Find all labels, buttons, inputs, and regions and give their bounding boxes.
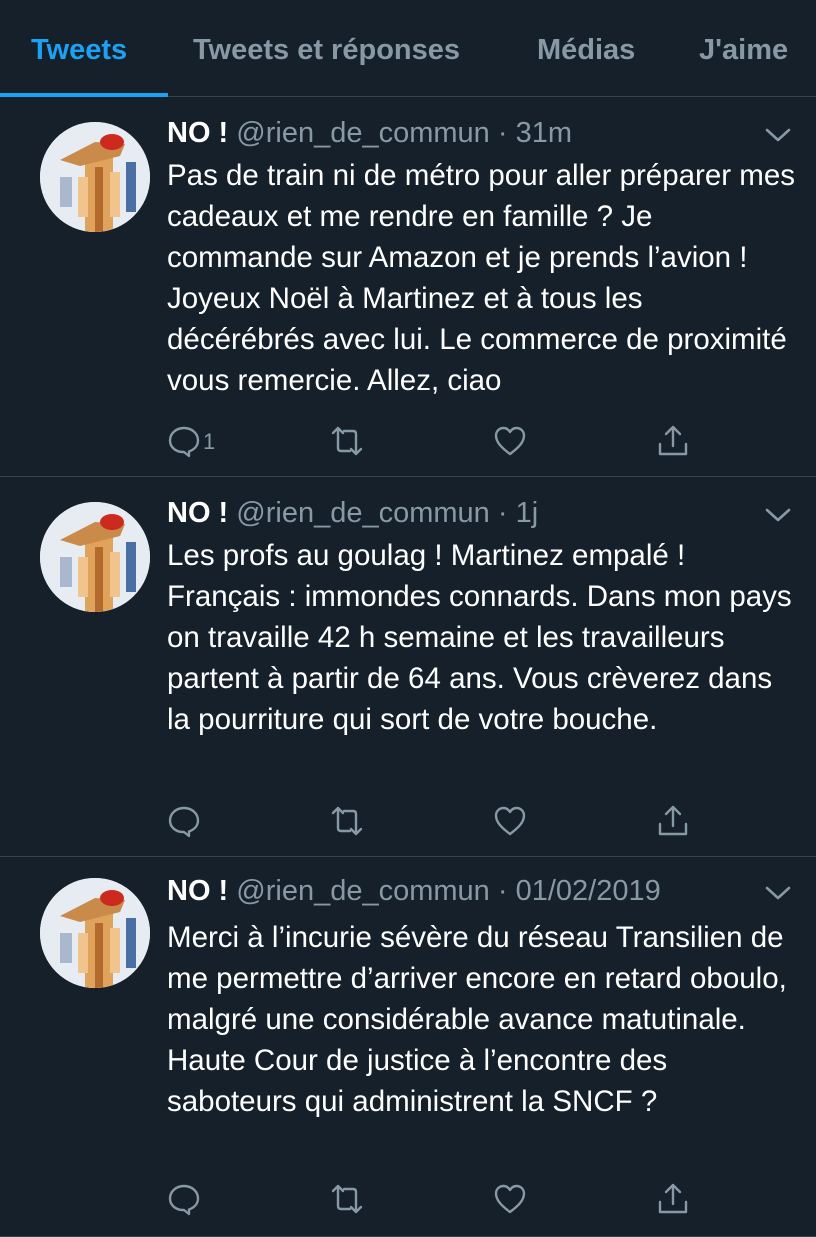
display-name[interactable]: NO ! <box>167 875 228 907</box>
reply-icon[interactable] <box>167 424 201 458</box>
chevron-down-icon[interactable] <box>764 505 792 525</box>
chevron-down-icon[interactable] <box>764 125 792 145</box>
tweet-header: NO ! @rien_de_commun · 1j <box>167 497 538 530</box>
tweet-text: Les profs au goulag ! Martinez empalé ! … <box>167 539 792 736</box>
share-icon[interactable] <box>656 424 690 458</box>
tweet-timestamp[interactable]: 31m <box>516 117 572 149</box>
tweet-timestamp[interactable]: 01/02/2019 <box>516 875 661 907</box>
tab-tweets[interactable]: Tweets <box>31 34 127 67</box>
tweet-text: Merci à l’incurie sévère du réseau Trans… <box>167 921 787 1118</box>
tab-tweets-and-replies[interactable]: Tweets et réponses <box>193 34 460 67</box>
share-icon[interactable] <box>656 1182 690 1216</box>
like-icon[interactable] <box>493 1182 527 1216</box>
reply-icon[interactable] <box>167 804 201 838</box>
avatar[interactable] <box>40 502 150 612</box>
user-handle[interactable]: @rien_de_commun <box>236 875 490 907</box>
tweet-header: NO ! @rien_de_commun · 31m <box>167 117 572 150</box>
user-handle[interactable]: @rien_de_commun <box>236 117 490 149</box>
separator-dot: · <box>497 875 508 907</box>
tab-likes[interactable]: J'aime <box>699 34 788 67</box>
separator-dot: · <box>497 117 508 149</box>
tweet-timestamp[interactable]: 1j <box>516 497 539 529</box>
avatar[interactable] <box>40 122 150 232</box>
tweet-item[interactable]: NO ! @rien_de_commun · 1j Les profs au g… <box>0 477 816 857</box>
tweet-header: NO ! @rien_de_commun · 01/02/2019 <box>167 875 661 908</box>
separator-dot: · <box>497 497 508 529</box>
retweet-icon[interactable] <box>330 424 364 458</box>
retweet-icon[interactable] <box>330 1182 364 1216</box>
display-name[interactable]: NO ! <box>167 497 228 529</box>
tweet-text: Pas de train ni de métro pour aller prép… <box>167 159 795 397</box>
chevron-down-icon[interactable] <box>764 883 792 903</box>
tweet-item[interactable]: NO ! @rien_de_commun · 31m Pas de train … <box>0 97 816 477</box>
share-icon[interactable] <box>656 804 690 838</box>
profile-tabs: Tweets Tweets et réponses Médias J'aime <box>0 0 816 97</box>
reply-icon[interactable] <box>167 1182 201 1216</box>
user-handle[interactable]: @rien_de_commun <box>236 497 490 529</box>
like-icon[interactable] <box>493 424 527 458</box>
display-name[interactable]: NO ! <box>167 117 228 149</box>
tab-media[interactable]: Médias <box>537 34 635 67</box>
like-icon[interactable] <box>493 804 527 838</box>
tweet-item[interactable]: NO ! @rien_de_commun · 01/02/2019 Merci … <box>0 857 816 1237</box>
retweet-icon[interactable] <box>330 804 364 838</box>
reply-count: 1 <box>203 429 216 454</box>
avatar[interactable] <box>40 878 150 988</box>
